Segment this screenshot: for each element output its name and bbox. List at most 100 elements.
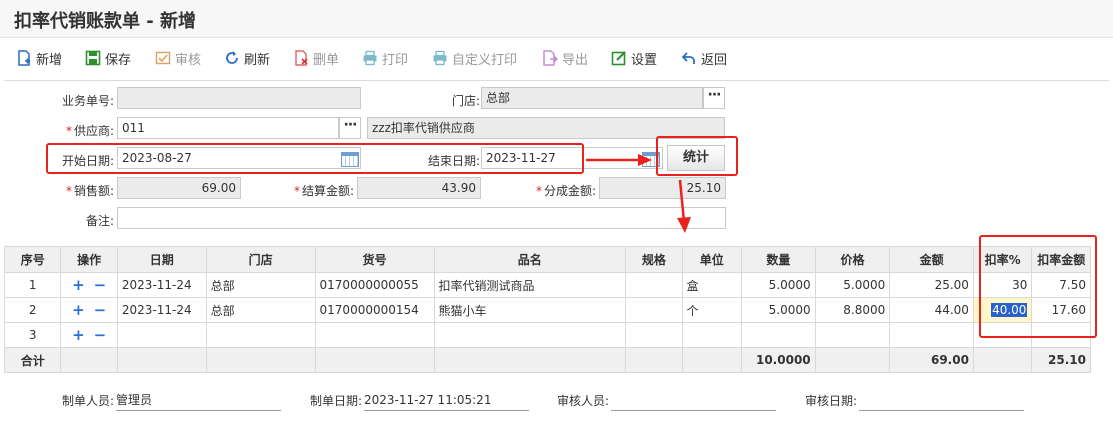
total-empty — [314, 347, 435, 373]
cell-ops: + − — [60, 322, 118, 348]
doc-no-label: 业务单号: — [61, 94, 114, 108]
back-label: 返回 — [701, 52, 728, 68]
cell-no: 1 — [3, 272, 62, 298]
add-row-icon[interactable]: + — [72, 301, 85, 319]
total-empty — [625, 347, 683, 373]
custom-print-button[interactable]: 自定义打印 — [432, 47, 517, 69]
cell-code[interactable]: 0170000000154 — [314, 297, 435, 323]
table-row[interactable]: 2 + − 2023-11-24 总部 0170000000154 熊猫小车 个 … — [3, 297, 1091, 323]
cell-price[interactable] — [814, 322, 891, 348]
sales-amount-label: * 销售额: — [65, 184, 114, 198]
audit-label: 审核 — [175, 52, 202, 68]
store-field[interactable]: 总部 — [481, 87, 703, 109]
cell-amount[interactable]: 25.00 — [889, 272, 974, 298]
add-row-icon[interactable]: + — [72, 276, 85, 294]
store-lookup-button[interactable]: ··· — [703, 87, 725, 109]
remove-row-icon[interactable]: − — [94, 326, 107, 344]
arrow-to-grid — [678, 179, 686, 223]
col-header-spec[interactable]: 规格 — [625, 246, 683, 273]
auditor-label: 审核人员: — [557, 394, 610, 408]
audit-icon — [155, 51, 171, 65]
new-button[interactable]: 新增 — [16, 47, 62, 69]
cell-name[interactable]: 熊猫小车 — [433, 297, 627, 323]
cell-spec[interactable] — [625, 297, 683, 323]
supplier-code-field[interactable]: 011 — [117, 117, 339, 139]
store-label: 门店: — [451, 94, 480, 108]
col-header-store[interactable]: 门店 — [205, 246, 316, 273]
col-header-price[interactable]: 价格 — [814, 246, 891, 273]
cell-spec[interactable] — [625, 272, 683, 298]
total-empty — [116, 347, 207, 373]
remove-row-icon[interactable]: − — [94, 301, 107, 319]
cell-qty[interactable] — [741, 322, 816, 348]
col-header-amount[interactable]: 金额 — [889, 246, 974, 273]
new-label: 新增 — [36, 52, 63, 68]
cell-price[interactable]: 8.8000 — [814, 297, 891, 323]
export-label: 导出 — [562, 52, 589, 68]
total-empty — [205, 347, 316, 373]
cell-code[interactable]: 0170000000055 — [314, 272, 435, 298]
cell-code[interactable] — [314, 322, 435, 348]
save-button[interactable]: 保存 — [85, 47, 131, 69]
col-header-code[interactable]: 货号 — [314, 246, 435, 273]
cell-store[interactable]: 总部 — [205, 272, 316, 298]
settings-button[interactable]: 设置 — [611, 47, 657, 69]
col-header-name[interactable]: 品名 — [433, 246, 627, 273]
refresh-label: 刷新 — [244, 52, 271, 68]
col-header-date[interactable]: 日期 — [116, 246, 207, 273]
col-header-qty[interactable]: 数量 — [741, 246, 816, 273]
toolbar-divider — [4, 80, 1109, 81]
remove-row-icon[interactable]: − — [94, 276, 107, 294]
cell-spec[interactable] — [625, 322, 683, 348]
cell-amount[interactable]: 44.00 — [889, 297, 974, 323]
col-header-unit[interactable]: 单位 — [681, 246, 743, 273]
cell-qty[interactable]: 5.0000 — [741, 272, 816, 298]
auditor-field — [611, 390, 776, 411]
delete-doc-button[interactable]: 删单 — [293, 47, 339, 69]
export-button[interactable]: 导出 — [542, 47, 588, 69]
settings-icon — [611, 51, 626, 66]
cell-store[interactable] — [205, 322, 316, 348]
cell-date[interactable]: 2023-11-24 — [116, 272, 207, 298]
doc-no-field[interactable] — [117, 87, 361, 109]
creator-field: 管理员 — [116, 390, 281, 411]
cell-qty[interactable]: 5.0000 — [741, 297, 816, 323]
cell-unit[interactable]: 个 — [681, 297, 743, 323]
delete-doc-label: 删单 — [313, 52, 340, 68]
cell-name[interactable]: 扣率代销测试商品 — [433, 272, 627, 298]
refresh-button[interactable]: 刷新 — [224, 47, 270, 69]
col-header-no[interactable]: 序号 — [3, 246, 62, 273]
total-empty — [681, 347, 743, 373]
arrow-head-down — [677, 217, 691, 233]
add-row-icon[interactable]: + — [72, 326, 85, 344]
export-icon — [543, 50, 558, 66]
title-bar: 扣率代销账款单 - 新增 — [0, 0, 1113, 38]
total-empty — [60, 347, 118, 373]
total-empty — [814, 347, 891, 373]
create-date-label: 制单日期: — [310, 394, 363, 408]
table-row[interactable]: 3 + − — [3, 322, 1091, 348]
cell-store[interactable]: 总部 — [205, 297, 316, 323]
remark-label: 备注: — [85, 214, 114, 228]
table-row[interactable]: 1 + − 2023-11-24 总部 0170000000055 扣率代销测试商… — [3, 272, 1091, 298]
create-date-field: 2023-11-27 11:05:21 — [364, 390, 529, 411]
settle-amount-label: * 结算金额: — [293, 184, 354, 198]
col-header-ops[interactable]: 操作 — [60, 246, 118, 273]
toolbar: 新增 保存 审核 刷新 删单 打印 自定义打印 导出 设置 返回 — [0, 38, 1113, 78]
sales-amount-field: 69.00 — [117, 177, 241, 199]
back-button[interactable]: 返回 — [681, 47, 727, 69]
cell-price[interactable]: 5.0000 — [814, 272, 891, 298]
cell-date[interactable]: 2023-11-24 — [116, 297, 207, 323]
cell-name[interactable] — [433, 322, 627, 348]
cell-amount[interactable] — [889, 322, 974, 348]
print-icon — [363, 50, 377, 66]
total-qty: 10.0000 — [741, 347, 816, 373]
audit-button[interactable]: 审核 — [155, 47, 201, 69]
cell-date[interactable] — [116, 322, 207, 348]
cell-unit[interactable] — [681, 322, 743, 348]
supplier-label: * 供应商: — [65, 124, 114, 138]
print-button[interactable]: 打印 — [362, 47, 408, 69]
cell-unit[interactable]: 盒 — [681, 272, 743, 298]
supplier-lookup-button[interactable]: ··· — [339, 117, 361, 139]
page-title: 扣率代销账款单 - 新增 — [14, 11, 197, 32]
